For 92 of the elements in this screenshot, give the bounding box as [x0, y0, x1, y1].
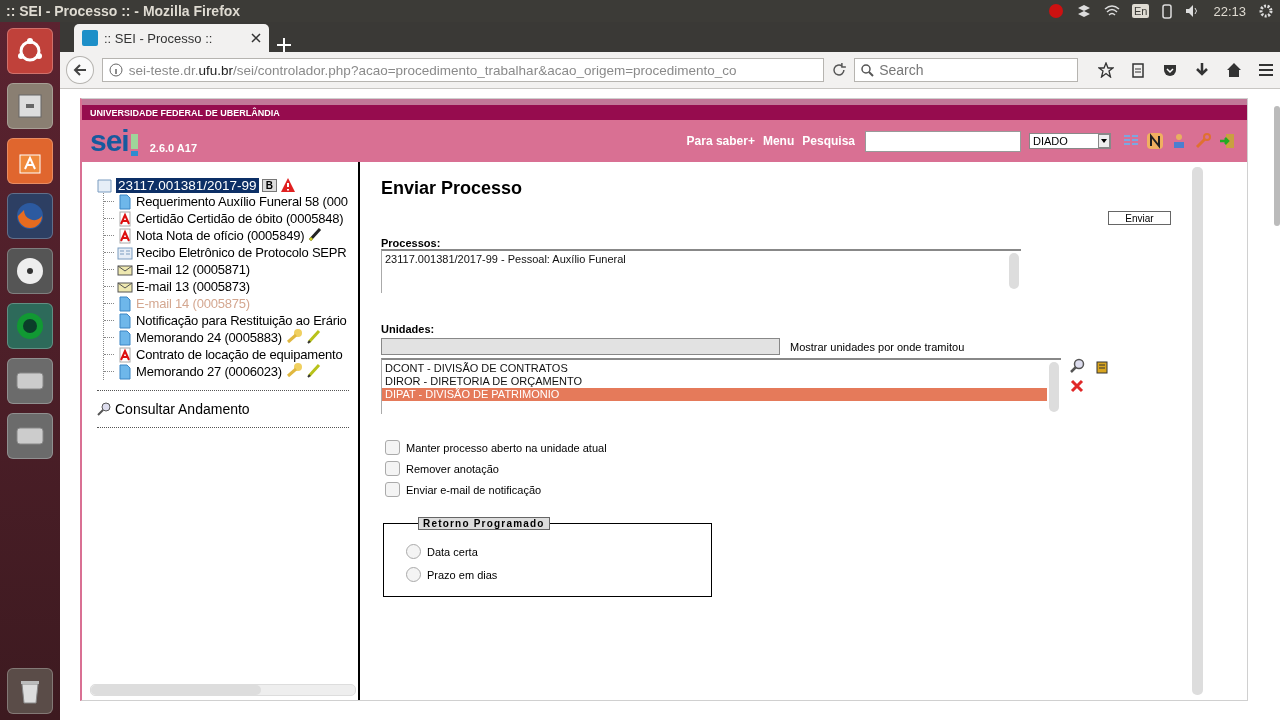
file-cabinet-icon	[15, 91, 45, 121]
units-list[interactable]: DCONT - DIVISÃO DE CONTRATOS DIROR - DIRETORIA DE ORÇAMENTO DIPAT - DIVISÃO DE PATRIMONIO	[381, 358, 1061, 414]
process-number[interactable]: 23117.001381/2017-99	[116, 177, 259, 193]
document-link[interactable]: Contrato de locação de equipamento	[136, 347, 343, 362]
record-icon	[1048, 3, 1064, 19]
pen-icon	[307, 225, 324, 242]
folder-icon	[97, 177, 113, 193]
url-text: sei-teste.dr.ufu.br/sei/controlador.php?acao=procedimento_trabalhar&acao_origem=procedimento_co	[128, 62, 737, 78]
document-link[interactable]: E-mail 13 (0005873)	[136, 279, 250, 294]
new-tab-icon[interactable]	[277, 38, 291, 52]
document-icon	[117, 312, 133, 329]
lens-icon	[14, 310, 46, 342]
unit-input[interactable]	[381, 338, 780, 355]
send-button[interactable]: Enviar	[1108, 211, 1171, 225]
radio-option[interactable]: Prazo em dias	[406, 567, 711, 582]
building-icon[interactable]	[1094, 358, 1110, 374]
checkbox-option[interactable]: Manter processo aberto na unidade atual	[385, 440, 1171, 455]
key-icon	[284, 327, 303, 344]
pdf-icon	[117, 227, 133, 244]
page-title: Enviar Processo	[381, 178, 524, 199]
launcher-item[interactable]	[7, 83, 53, 129]
pencil-icon	[305, 361, 322, 378]
vertical-scrollbar[interactable]	[1192, 167, 1203, 695]
document-icon	[117, 329, 133, 346]
page-scrollbar[interactable]	[1274, 106, 1280, 226]
checkbox-option[interactable]: Enviar e-mail de notificação	[385, 482, 1171, 497]
window-title: :: SEI - Processo :: - Mozilla Firefox	[6, 3, 242, 19]
back-arrow-icon	[72, 63, 87, 77]
dropbox-icon	[1076, 3, 1092, 19]
keyboard-layout[interactable]: En	[1132, 4, 1150, 18]
version-label: 2.6.0 A17	[149, 142, 197, 154]
disc-icon	[14, 255, 46, 287]
search-placeholder: Search	[879, 62, 924, 78]
search-icon	[861, 63, 875, 77]
clipboard-icon[interactable]	[1130, 62, 1146, 78]
n-badge-icon[interactable]	[1147, 133, 1163, 149]
document-icon	[117, 193, 133, 210]
firefox-icon	[14, 200, 46, 232]
address-bar[interactable]: sei-teste.dr.ufu.br/sei/controlador.php?acao=procedimento_trabalhar&acao_origem=procedimento_co	[101, 58, 825, 82]
processes-list[interactable]: 23117.001381/2017-99 - Pessoal: Auxílio Funeral	[381, 249, 1021, 293]
document-link[interactable]: Certidão Certidão de óbito (0005848)	[136, 211, 344, 226]
b-badge: B	[261, 178, 277, 192]
launcher-item[interactable]	[7, 28, 53, 74]
back-button[interactable]	[66, 56, 94, 84]
pocket-icon[interactable]	[1162, 62, 1178, 78]
radio-option[interactable]: Data certa	[406, 544, 711, 559]
caret-icon	[1101, 139, 1107, 143]
battery-icon	[1161, 3, 1174, 19]
info-icon	[108, 63, 123, 77]
key-icon	[284, 361, 303, 378]
pdf-icon	[117, 210, 133, 227]
search-input[interactable]	[865, 130, 1021, 152]
group-legend: Retorno Programado	[418, 517, 550, 530]
unit-select[interactable]: DIADO	[1029, 133, 1111, 149]
search-icon[interactable]	[1069, 358, 1085, 374]
clock: 22:13	[1213, 3, 1246, 19]
form-icon	[117, 244, 133, 261]
gear-icon	[1258, 3, 1274, 19]
horizontal-scrollbar[interactable]	[90, 684, 356, 696]
document-link[interactable]: Memorando 24 (0005883)	[136, 330, 282, 345]
document-link[interactable]: E-mail 12 (0005871)	[136, 262, 250, 277]
reload-icon[interactable]	[832, 63, 847, 77]
document-link[interactable]: Recibo Eletrônico de Protocolo SEPR	[136, 245, 347, 260]
document-link[interactable]: Nota Nota de ofício (0005849)	[136, 228, 305, 243]
document-link[interactable]: Memorando 27 (0006023)	[136, 364, 282, 379]
institution-name: UNIVERSIDADE FEDERAL DE UBERLÂNDIA	[90, 107, 280, 118]
field-label: Processos:	[381, 237, 442, 249]
document-link[interactable]: Notificação para Restituição ao Erário	[136, 313, 347, 328]
sei-logo: sei	[90, 126, 138, 156]
magnifier-icon	[97, 402, 111, 416]
home-icon[interactable]	[1226, 62, 1242, 78]
star-icon[interactable]	[1098, 62, 1114, 78]
close-icon[interactable]	[251, 33, 261, 43]
field-label: Unidades:	[381, 323, 436, 335]
launcher-item[interactable]	[7, 668, 53, 714]
search-field[interactable]: Search	[854, 58, 1078, 82]
show-units-label: Mostrar unidades por onde tramitou	[790, 340, 965, 353]
menu-icon[interactable]	[1258, 62, 1274, 78]
browser-tab[interactable]: :: SEI - Processo ::	[74, 24, 269, 52]
pdf-icon	[117, 346, 133, 363]
logo-mark-icon	[130, 134, 138, 156]
launcher-item[interactable]	[7, 248, 53, 294]
consult-link[interactable]: Consultar Andamento	[97, 401, 358, 417]
pencil-icon	[305, 327, 322, 344]
document-icon	[117, 295, 133, 312]
favicon	[82, 30, 98, 46]
download-icon[interactable]	[1194, 62, 1210, 78]
document-icon	[117, 363, 133, 380]
remove-icon[interactable]	[1069, 378, 1085, 394]
warning-icon	[279, 177, 296, 193]
document-link[interactable]: Requerimento Auxílio Funeral 58 (000	[136, 194, 348, 209]
checkbox-option[interactable]: Remover anotação	[385, 461, 1171, 476]
